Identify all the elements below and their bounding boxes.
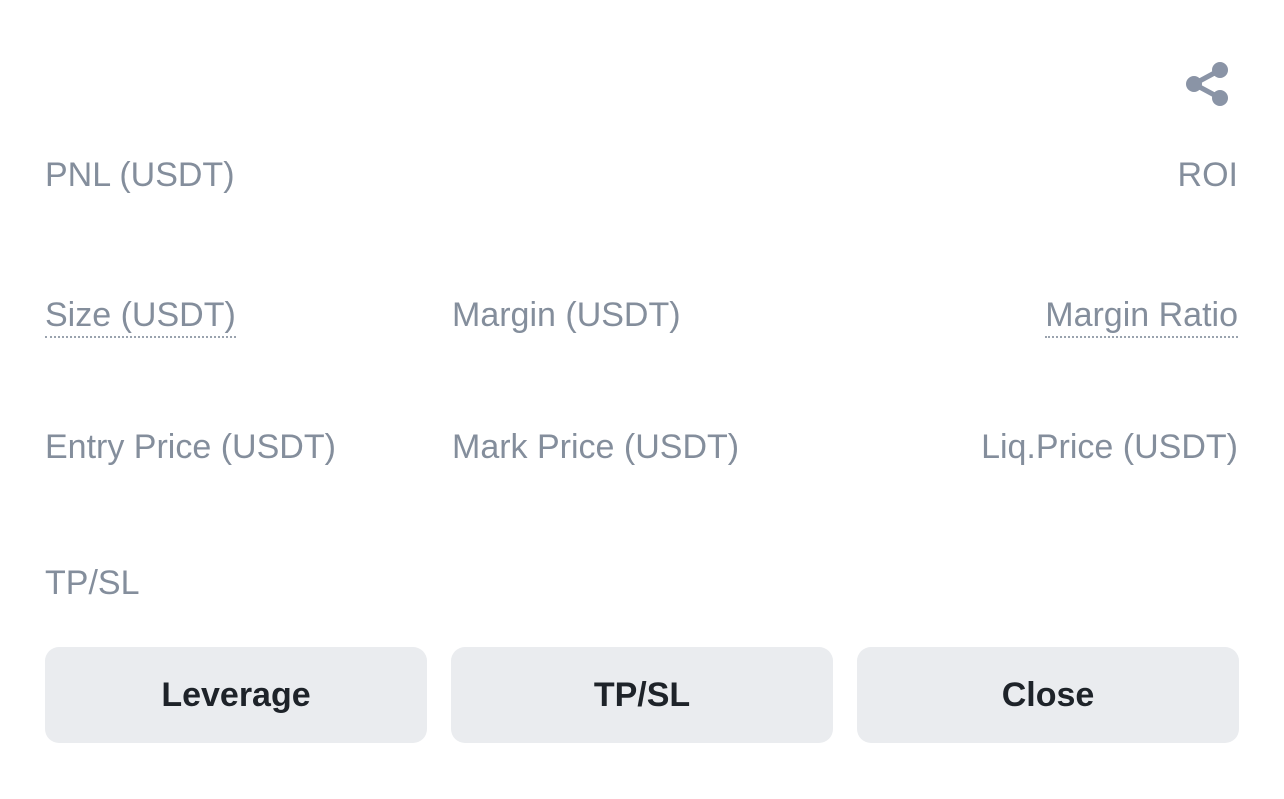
entry-price-label: Entry Price (USDT) (45, 428, 336, 466)
size-label[interactable]: Size (USDT) (45, 295, 236, 338)
liq-price-label: Liq.Price (USDT) (981, 428, 1238, 466)
share-icon-graphic (1186, 62, 1228, 106)
leverage-button[interactable]: Leverage (45, 647, 427, 743)
margin-ratio-label-text: Margin Ratio (1045, 296, 1238, 338)
roi-label: ROI (1177, 156, 1238, 194)
size-label-text: Size (USDT) (45, 296, 236, 338)
pnl-label: PNL (USDT) (45, 156, 235, 194)
margin-label: Margin (USDT) (452, 296, 681, 334)
close-button[interactable]: Close (857, 647, 1239, 743)
action-buttons: Leverage TP/SL Close (45, 647, 1239, 743)
margin-ratio-label[interactable]: Margin Ratio (1045, 295, 1238, 338)
share-icon[interactable] (1184, 60, 1232, 108)
tpsl-button[interactable]: TP/SL (451, 647, 833, 743)
mark-price-label: Mark Price (USDT) (452, 428, 740, 466)
tpsl-label: TP/SL (45, 564, 140, 602)
